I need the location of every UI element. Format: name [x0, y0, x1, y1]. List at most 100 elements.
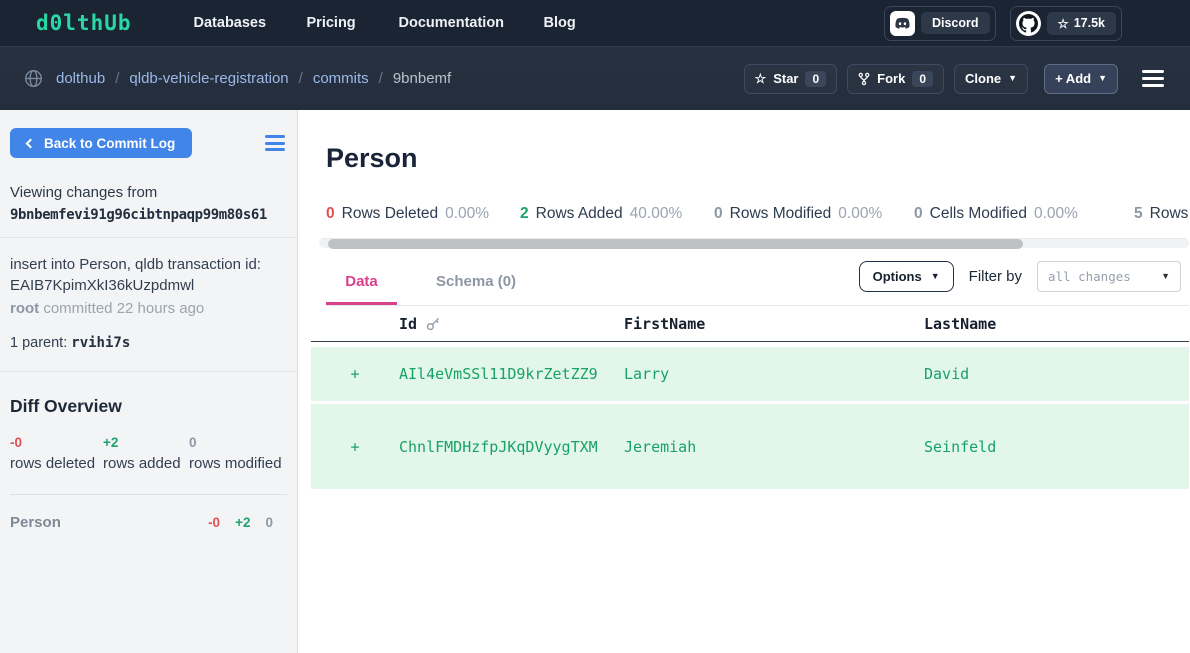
chevron-left-icon [26, 138, 36, 148]
github-star-count: 17.5k [1074, 16, 1105, 30]
star-button[interactable]: ☆ Star 0 [744, 64, 838, 94]
nav-link-blog[interactable]: Blog [544, 15, 576, 31]
diff-overview-title: Diff Overview [10, 396, 287, 417]
commit-info-section: insert into Person, qldb transaction id:… [0, 237, 297, 371]
nav-links: Databases Pricing Documentation Blog [194, 15, 576, 31]
chevron-down-icon: ▼ [1161, 272, 1170, 281]
star-label: Star [773, 71, 798, 86]
add-label: + Add [1055, 71, 1091, 86]
row-added-marker: + [311, 365, 399, 383]
rows-added-stat: +2 rows added [103, 435, 189, 472]
cell-lastname[interactable]: David [924, 365, 1189, 383]
star-icon: ☆ [755, 71, 767, 87]
add-button[interactable]: + Add ▼ [1044, 64, 1118, 94]
chevron-down-icon: ▼ [1098, 74, 1107, 83]
repo-header-bar: dolthub / qldb-vehicle-registration / co… [0, 46, 1190, 110]
parent-commit-hash[interactable]: rvihi7s [71, 335, 130, 351]
rows-modified-stat: 0 rows modified [189, 435, 282, 472]
overview-deleted-count: -0 [208, 515, 220, 530]
column-header-id[interactable]: Id [399, 315, 417, 333]
chevron-down-icon: ▼ [1008, 74, 1017, 83]
filter-selected-value: all changes [1048, 269, 1131, 284]
cell-id[interactable]: AIl4eVmSSl11D9krZetZZ9 [399, 365, 624, 383]
commit-meta: root committed 22 hours ago [10, 300, 287, 317]
column-header-firstname[interactable]: FirstName [624, 315, 924, 333]
row-added-marker: + [311, 438, 399, 456]
column-header-lastname[interactable]: LastName [924, 315, 1189, 333]
parent-commit-line: 1 parent: rvihi7s [10, 335, 287, 351]
overview-added-count: +2 [235, 515, 250, 530]
scrollbar-thumb[interactable] [328, 239, 1023, 249]
options-label: Options [873, 269, 922, 284]
breadcrumb-repo[interactable]: qldb-vehicle-registration [129, 70, 288, 87]
table-row-added[interactable]: + ChnlFMDHzfpJKqDVyygTXM Jeremiah Seinfe… [311, 404, 1189, 489]
breadcrumb-owner[interactable]: dolthub [56, 70, 105, 87]
cell-firstname[interactable]: Jeremiah [624, 438, 924, 456]
commit-message: insert into Person, qldb transaction id:… [10, 254, 287, 296]
fork-label: Fork [877, 71, 905, 86]
nav-link-pricing[interactable]: Pricing [307, 15, 399, 31]
back-button-label: Back to Commit Log [44, 136, 175, 151]
github-button[interactable]: ☆ 17.5k [1010, 6, 1123, 41]
diff-table-header: Id FirstName LastName [311, 306, 1189, 342]
stat-rows-modified: 0Rows Modified0.00% [714, 205, 914, 223]
fork-count-badge: 0 [912, 71, 933, 87]
tab-schema[interactable]: Schema (0) [436, 273, 516, 305]
breadcrumb: dolthub / qldb-vehicle-registration / co… [24, 69, 451, 88]
user-avatar[interactable] [1140, 6, 1174, 40]
cell-firstname[interactable]: Larry [624, 365, 924, 383]
commit-sidebar: Back to Commit Log Viewing changes from … [0, 110, 298, 653]
tab-data[interactable]: Data [326, 273, 397, 305]
breadcrumb-commit-ref: 9bnbemf [393, 70, 451, 87]
github-star-chip: ☆ 17.5k [1047, 12, 1117, 35]
clone-button[interactable]: Clone ▼ [954, 64, 1028, 94]
commit-hash: 9bnbemfevi91g96cibtnpaqp99m80s61 [10, 207, 285, 223]
overview-modified-count: 0 [265, 515, 273, 530]
fork-icon [858, 72, 870, 86]
stat-rows-deleted: 0Rows Deleted0.00% [326, 205, 520, 223]
star-icon: ☆ [1058, 16, 1069, 31]
discord-icon [890, 11, 915, 36]
star-count-badge: 0 [805, 71, 826, 87]
top-navbar: d0lthUb Databases Pricing Documentation … [0, 0, 1190, 46]
page-title: Person [326, 143, 1190, 174]
menu-hamburger-icon[interactable] [1142, 70, 1164, 87]
cell-id[interactable]: ChnlFMDHzfpJKqDVyygTXM [399, 438, 624, 456]
primary-key-icon [426, 316, 441, 331]
diff-overview-section: Diff Overview -0 rows deleted +2 rows ad… [0, 371, 297, 531]
nav-link-databases[interactable]: Databases [194, 15, 307, 31]
breadcrumb-sep: / [299, 70, 303, 87]
globe-icon [24, 69, 43, 88]
diff-main-panel: Person 0Rows Deleted0.00% 2Rows Added40.… [298, 110, 1190, 653]
diff-table: Id FirstName LastName + AIl4eVmSSl11D9kr… [311, 306, 1189, 489]
cell-lastname[interactable]: Seinfeld [924, 438, 1189, 456]
options-button[interactable]: Options ▼ [859, 261, 954, 292]
clone-label: Clone [965, 71, 1001, 86]
filter-by-label: Filter by [969, 268, 1022, 285]
stat-rows-unmodified: 5Rows U [1134, 205, 1189, 223]
stat-rows-added: 2Rows Added40.00% [520, 205, 714, 223]
breadcrumb-commits[interactable]: commits [313, 70, 369, 87]
back-to-commit-log-button[interactable]: Back to Commit Log [10, 128, 192, 158]
breadcrumb-sep: / [379, 70, 383, 87]
table-row-added[interactable]: + AIl4eVmSSl11D9krZetZZ9 Larry David [311, 347, 1189, 401]
sidebar-hamburger-icon[interactable] [265, 135, 285, 151]
nav-link-documentation[interactable]: Documentation [399, 15, 544, 31]
chevron-down-icon: ▼ [931, 272, 940, 281]
overview-table-name: Person [10, 514, 61, 531]
stat-cells-modified: 0Cells Modified0.00% [914, 205, 1134, 223]
overview-table-row-person[interactable]: Person -0 +2 0 [10, 514, 287, 531]
horizontal-scrollbar[interactable] [319, 238, 1189, 248]
github-icon [1016, 11, 1041, 36]
dolthub-logo[interactable]: d0lthUb [36, 11, 132, 35]
rows-deleted-stat: -0 rows deleted [10, 435, 103, 472]
fork-button[interactable]: Fork 0 [847, 64, 944, 94]
discord-button[interactable]: Discord [884, 6, 996, 41]
diff-stats-row: 0Rows Deleted0.00% 2Rows Added40.00% 0Ro… [326, 205, 1189, 223]
breadcrumb-sep: / [115, 70, 119, 87]
viewing-changes-label: Viewing changes from [10, 184, 285, 201]
committer-name: root [10, 300, 39, 317]
committed-ago: committed 22 hours ago [43, 300, 204, 317]
discord-label: Discord [921, 12, 990, 34]
filter-changes-select[interactable]: all changes ▼ [1037, 261, 1181, 292]
